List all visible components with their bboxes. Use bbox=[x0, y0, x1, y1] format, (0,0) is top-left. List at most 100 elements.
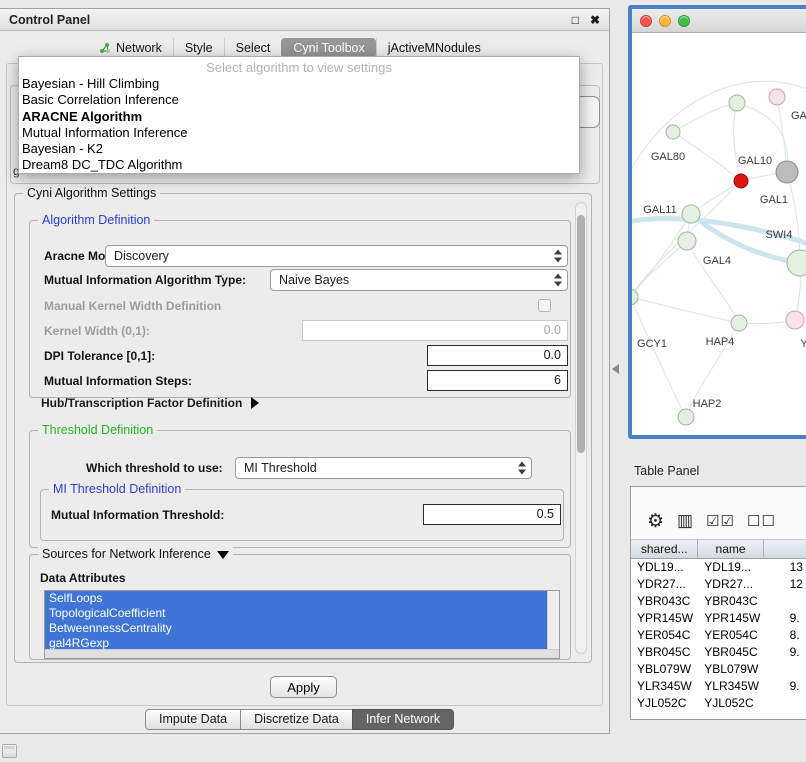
network-node-green[interactable] bbox=[678, 232, 696, 250]
table-row[interactable]: YBR043CYBR043C bbox=[631, 593, 806, 610]
bottom-tab-infer-network[interactable]: Infer Network bbox=[352, 709, 454, 730]
network-edge[interactable] bbox=[632, 297, 686, 417]
mi-steps-field[interactable]: 6 bbox=[427, 370, 568, 391]
network-window-titlebar[interactable] bbox=[632, 9, 806, 33]
sources-title: Sources for Network Inference bbox=[42, 547, 211, 561]
algorithm-definition-title: Algorithm Definition bbox=[38, 213, 154, 227]
mi-type-select[interactable]: Naive Bayes bbox=[270, 269, 568, 291]
tab-label: Network bbox=[116, 41, 162, 55]
aracne-mode-select[interactable]: Discovery bbox=[105, 245, 568, 267]
column-header-col-3[interactable] bbox=[764, 539, 806, 559]
zoom-traffic-light[interactable] bbox=[678, 15, 690, 27]
column-header-name[interactable]: name bbox=[698, 539, 763, 559]
control-panel-window: Control Panel □ ✖ NetworkStyleSelectCyni… bbox=[0, 8, 610, 734]
network-node-label: HAP2 bbox=[693, 398, 722, 410]
network-node-green[interactable] bbox=[731, 315, 747, 331]
table-row[interactable]: YBR045CYBR045C9. bbox=[631, 644, 806, 661]
which-threshold-label: Which threshold to use: bbox=[86, 461, 223, 475]
network-node-green[interactable] bbox=[787, 250, 806, 276]
splitter-collapse-icon[interactable] bbox=[612, 364, 619, 374]
minimize-traffic-light[interactable] bbox=[659, 15, 671, 27]
kernel-width-label: Kernel Width (0,1): bbox=[44, 324, 150, 338]
table-row[interactable]: YJL052CYJL052C bbox=[631, 695, 806, 712]
network-edge[interactable] bbox=[734, 103, 741, 181]
bottom-tab-impute-data[interactable]: Impute Data bbox=[145, 709, 241, 730]
network-node-green[interactable] bbox=[678, 409, 694, 425]
network-edge[interactable] bbox=[787, 172, 800, 263]
tab-label: jActiveMNodules bbox=[388, 41, 481, 55]
network-edge[interactable] bbox=[632, 297, 739, 323]
close-window-button[interactable]: ✖ bbox=[590, 13, 600, 27]
algorithm-option-basic-correlation-inference[interactable]: Basic Correlation Inference bbox=[19, 92, 579, 108]
mi-threshold-field[interactable]: 0.5 bbox=[423, 504, 561, 525]
attribute-rows: SelfLoopsTopologicalCoefficientBetweenne… bbox=[45, 591, 547, 649]
deselect-all-icon[interactable]: ☐☐ bbox=[747, 512, 776, 530]
network-node-green[interactable] bbox=[682, 205, 700, 223]
algorithm-option-bayesian-hill-climbing[interactable]: Bayesian - Hill Climbing bbox=[19, 76, 579, 92]
minimized-panel-icon[interactable] bbox=[2, 744, 17, 758]
network-edge[interactable] bbox=[632, 241, 687, 297]
table-row[interactable]: YBL079WYBL079W bbox=[631, 661, 806, 678]
table-row[interactable]: YLR345WYLR345W9. bbox=[631, 678, 806, 695]
table-cell: 9. bbox=[764, 678, 806, 695]
list-vertical-scrollbar[interactable] bbox=[547, 591, 559, 649]
network-node-pink[interactable] bbox=[769, 89, 785, 105]
data-attribute-item[interactable]: gal4RGexp bbox=[45, 636, 547, 649]
algorithm-option-dream8-dc-tdc-algorithm[interactable]: Dream8 DC_TDC Algorithm bbox=[19, 157, 579, 173]
table-cell: YJL052C bbox=[698, 695, 763, 712]
tab-cyni-toolbox[interactable]: Cyni Toolbox bbox=[281, 38, 375, 58]
data-attribute-item[interactable]: SelfLoops bbox=[45, 591, 547, 606]
network-node-red[interactable] bbox=[734, 174, 748, 188]
tab-jactivemnodules[interactable]: jActiveMNodules bbox=[376, 38, 492, 58]
show-columns-icon[interactable]: ▥ bbox=[677, 511, 694, 531]
tab-network[interactable]: Network bbox=[88, 38, 173, 58]
table-cell: YER054C bbox=[698, 627, 763, 644]
network-node-green[interactable] bbox=[666, 125, 680, 139]
settings-group-title: Cyni Algorithm Settings bbox=[23, 186, 160, 200]
network-node-pink[interactable] bbox=[786, 311, 804, 329]
table-row[interactable]: YDL19...YDL19...13 bbox=[631, 559, 806, 576]
table-row[interactable]: YDR27...YDR27...12 bbox=[631, 576, 806, 593]
table-row[interactable]: YER054CYER054C8. bbox=[631, 627, 806, 644]
table-row[interactable]: YPR145WYPR145W9. bbox=[631, 610, 806, 627]
select-all-icon[interactable]: ☑☑ bbox=[706, 512, 735, 530]
table-cell bbox=[764, 695, 806, 712]
scrollbar-thumb[interactable] bbox=[577, 215, 585, 453]
mi-type-value: Naive Bayes bbox=[279, 273, 349, 287]
bottom-tab-discretize-data[interactable]: Discretize Data bbox=[240, 709, 353, 730]
network-edge[interactable] bbox=[632, 214, 691, 297]
network-edge[interactable] bbox=[673, 103, 737, 132]
dpi-tolerance-field[interactable]: 0.0 bbox=[427, 345, 568, 366]
table-panel-title: Table Panel bbox=[634, 464, 699, 478]
column-header-shared[interactable]: shared... bbox=[631, 539, 698, 559]
table-cell: YLR345W bbox=[698, 678, 763, 695]
threshold-type-select[interactable]: MI Threshold bbox=[235, 457, 532, 479]
table-cell: YER054C bbox=[631, 627, 698, 644]
network-edge[interactable] bbox=[687, 241, 739, 323]
settings-scrollbar[interactable] bbox=[575, 202, 587, 654]
control-panel-titlebar[interactable]: Control Panel □ ✖ bbox=[0, 9, 609, 31]
hub-definition-label: Hub/Transcription Factor Definition bbox=[41, 396, 242, 410]
network-node-gray[interactable] bbox=[776, 161, 798, 183]
close-traffic-light[interactable] bbox=[640, 15, 652, 27]
tab-style[interactable]: Style bbox=[173, 38, 224, 58]
algorithm-option-mutual-information-inference[interactable]: Mutual Information Inference bbox=[19, 125, 579, 141]
network-canvas[interactable]: GALGAL80GAL10GAL1GAL11SWI4GAL4GCY1HAP4YH… bbox=[632, 33, 806, 435]
algorithm-option-bayesian-k2[interactable]: Bayesian - K2 bbox=[19, 141, 579, 157]
hub-definition-expander[interactable]: Hub/Transcription Factor Definition bbox=[41, 396, 259, 410]
float-window-button[interactable]: □ bbox=[572, 13, 579, 27]
tab-select[interactable]: Select bbox=[224, 38, 282, 58]
apply-button[interactable]: Apply bbox=[270, 676, 337, 698]
table-settings-gear-icon[interactable]: ⚙ bbox=[647, 510, 665, 533]
table-cell: 9. bbox=[764, 610, 806, 627]
data-attribute-item[interactable]: BetweennessCentrality bbox=[45, 621, 547, 636]
sources-expander[interactable]: Sources for Network Inference bbox=[38, 547, 233, 561]
table-cell: YDL19... bbox=[631, 559, 698, 576]
network-node-label: GAL10 bbox=[738, 155, 772, 167]
data-attribute-item[interactable]: TopologicalCoefficient bbox=[45, 606, 547, 621]
network-node-green[interactable] bbox=[729, 95, 745, 111]
expand-right-icon bbox=[251, 397, 259, 409]
algorithm-option-aracne-algorithm[interactable]: ARACNE Algorithm bbox=[19, 109, 579, 125]
list-horizontal-scrollbar[interactable] bbox=[45, 649, 559, 658]
network-node-green[interactable] bbox=[632, 289, 638, 305]
